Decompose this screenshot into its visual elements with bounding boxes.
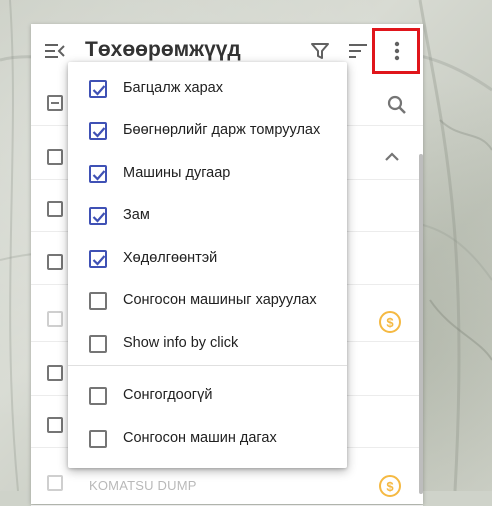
sort-icon[interactable] [346, 39, 370, 63]
scrollbar[interactable] [419, 154, 423, 494]
menu-item-show-selected[interactable]: Сонгосон машиныг харуулах [68, 280, 347, 322]
menu-item-label: Сонгогдоогүй [123, 387, 213, 403]
menu-item-label: Зам [123, 207, 150, 223]
menu-item-label: Show info by click [123, 335, 239, 351]
menu-item-label: Машины дугаар [123, 165, 231, 181]
menu-checkbox[interactable] [89, 387, 107, 405]
menu-item-label: Хөдөлгөөнтэй [123, 250, 218, 266]
menu-checkbox[interactable] [89, 250, 107, 268]
menu-checkbox[interactable] [89, 335, 107, 353]
menu-checkbox[interactable] [89, 430, 107, 448]
menu-checkbox[interactable] [89, 165, 107, 183]
select-all-checkbox[interactable] [47, 95, 63, 111]
menu-item-show-info[interactable]: Show info by click [68, 323, 347, 365]
menu-item-route[interactable]: Зам [68, 195, 347, 237]
menu-checkbox[interactable] [89, 80, 107, 98]
menu-item-cluster-zoom[interactable]: Бөөгнөрлийг дарж томруулах [68, 110, 347, 152]
menu-item-animated[interactable]: Хөдөлгөөнтэй [68, 238, 347, 280]
menu-item-plate-number[interactable]: Машины дугаар [68, 153, 347, 195]
menu-checkbox[interactable] [89, 207, 107, 225]
highlight-box [372, 28, 420, 74]
menu-item-label: Бөөгнөрлийг дарж томруулах [123, 122, 321, 138]
options-menu: Багцалж харах Бөөгнөрлийг дарж томруулах… [68, 62, 347, 468]
menu-item-label: Багцалж харах [123, 80, 223, 96]
menu-item-group-view[interactable]: Багцалж харах [68, 68, 347, 110]
collapse-list-icon[interactable] [43, 39, 67, 63]
list-item-checkbox[interactable] [47, 311, 63, 327]
search-icon[interactable] [386, 94, 408, 121]
list-item-checkbox[interactable] [47, 475, 63, 491]
menu-checkbox[interactable] [89, 292, 107, 310]
dollar-coin-icon: $ [379, 475, 401, 497]
filter-icon[interactable] [308, 39, 332, 63]
list-item-checkbox[interactable] [47, 201, 63, 217]
menu-item-label: Сонгосон машин дагах [123, 430, 277, 446]
dollar-coin-icon: $ [379, 311, 401, 333]
list-item-checkbox[interactable] [47, 254, 63, 270]
group-checkbox[interactable] [47, 149, 63, 165]
page-title: Төхөөрөмжүүд [85, 38, 241, 61]
menu-checkbox[interactable] [89, 122, 107, 140]
menu-item-follow-selected[interactable]: Сонгосон машин дагах [68, 418, 347, 460]
list-item-checkbox[interactable] [47, 365, 63, 381]
menu-divider [68, 365, 347, 366]
menu-item-label: Сонгосон машиныг харуулах [123, 292, 317, 308]
chevron-up-icon[interactable] [383, 149, 401, 167]
menu-item-unselected[interactable]: Сонгогдоогүй [68, 375, 347, 417]
list-item-checkbox[interactable] [47, 417, 63, 433]
